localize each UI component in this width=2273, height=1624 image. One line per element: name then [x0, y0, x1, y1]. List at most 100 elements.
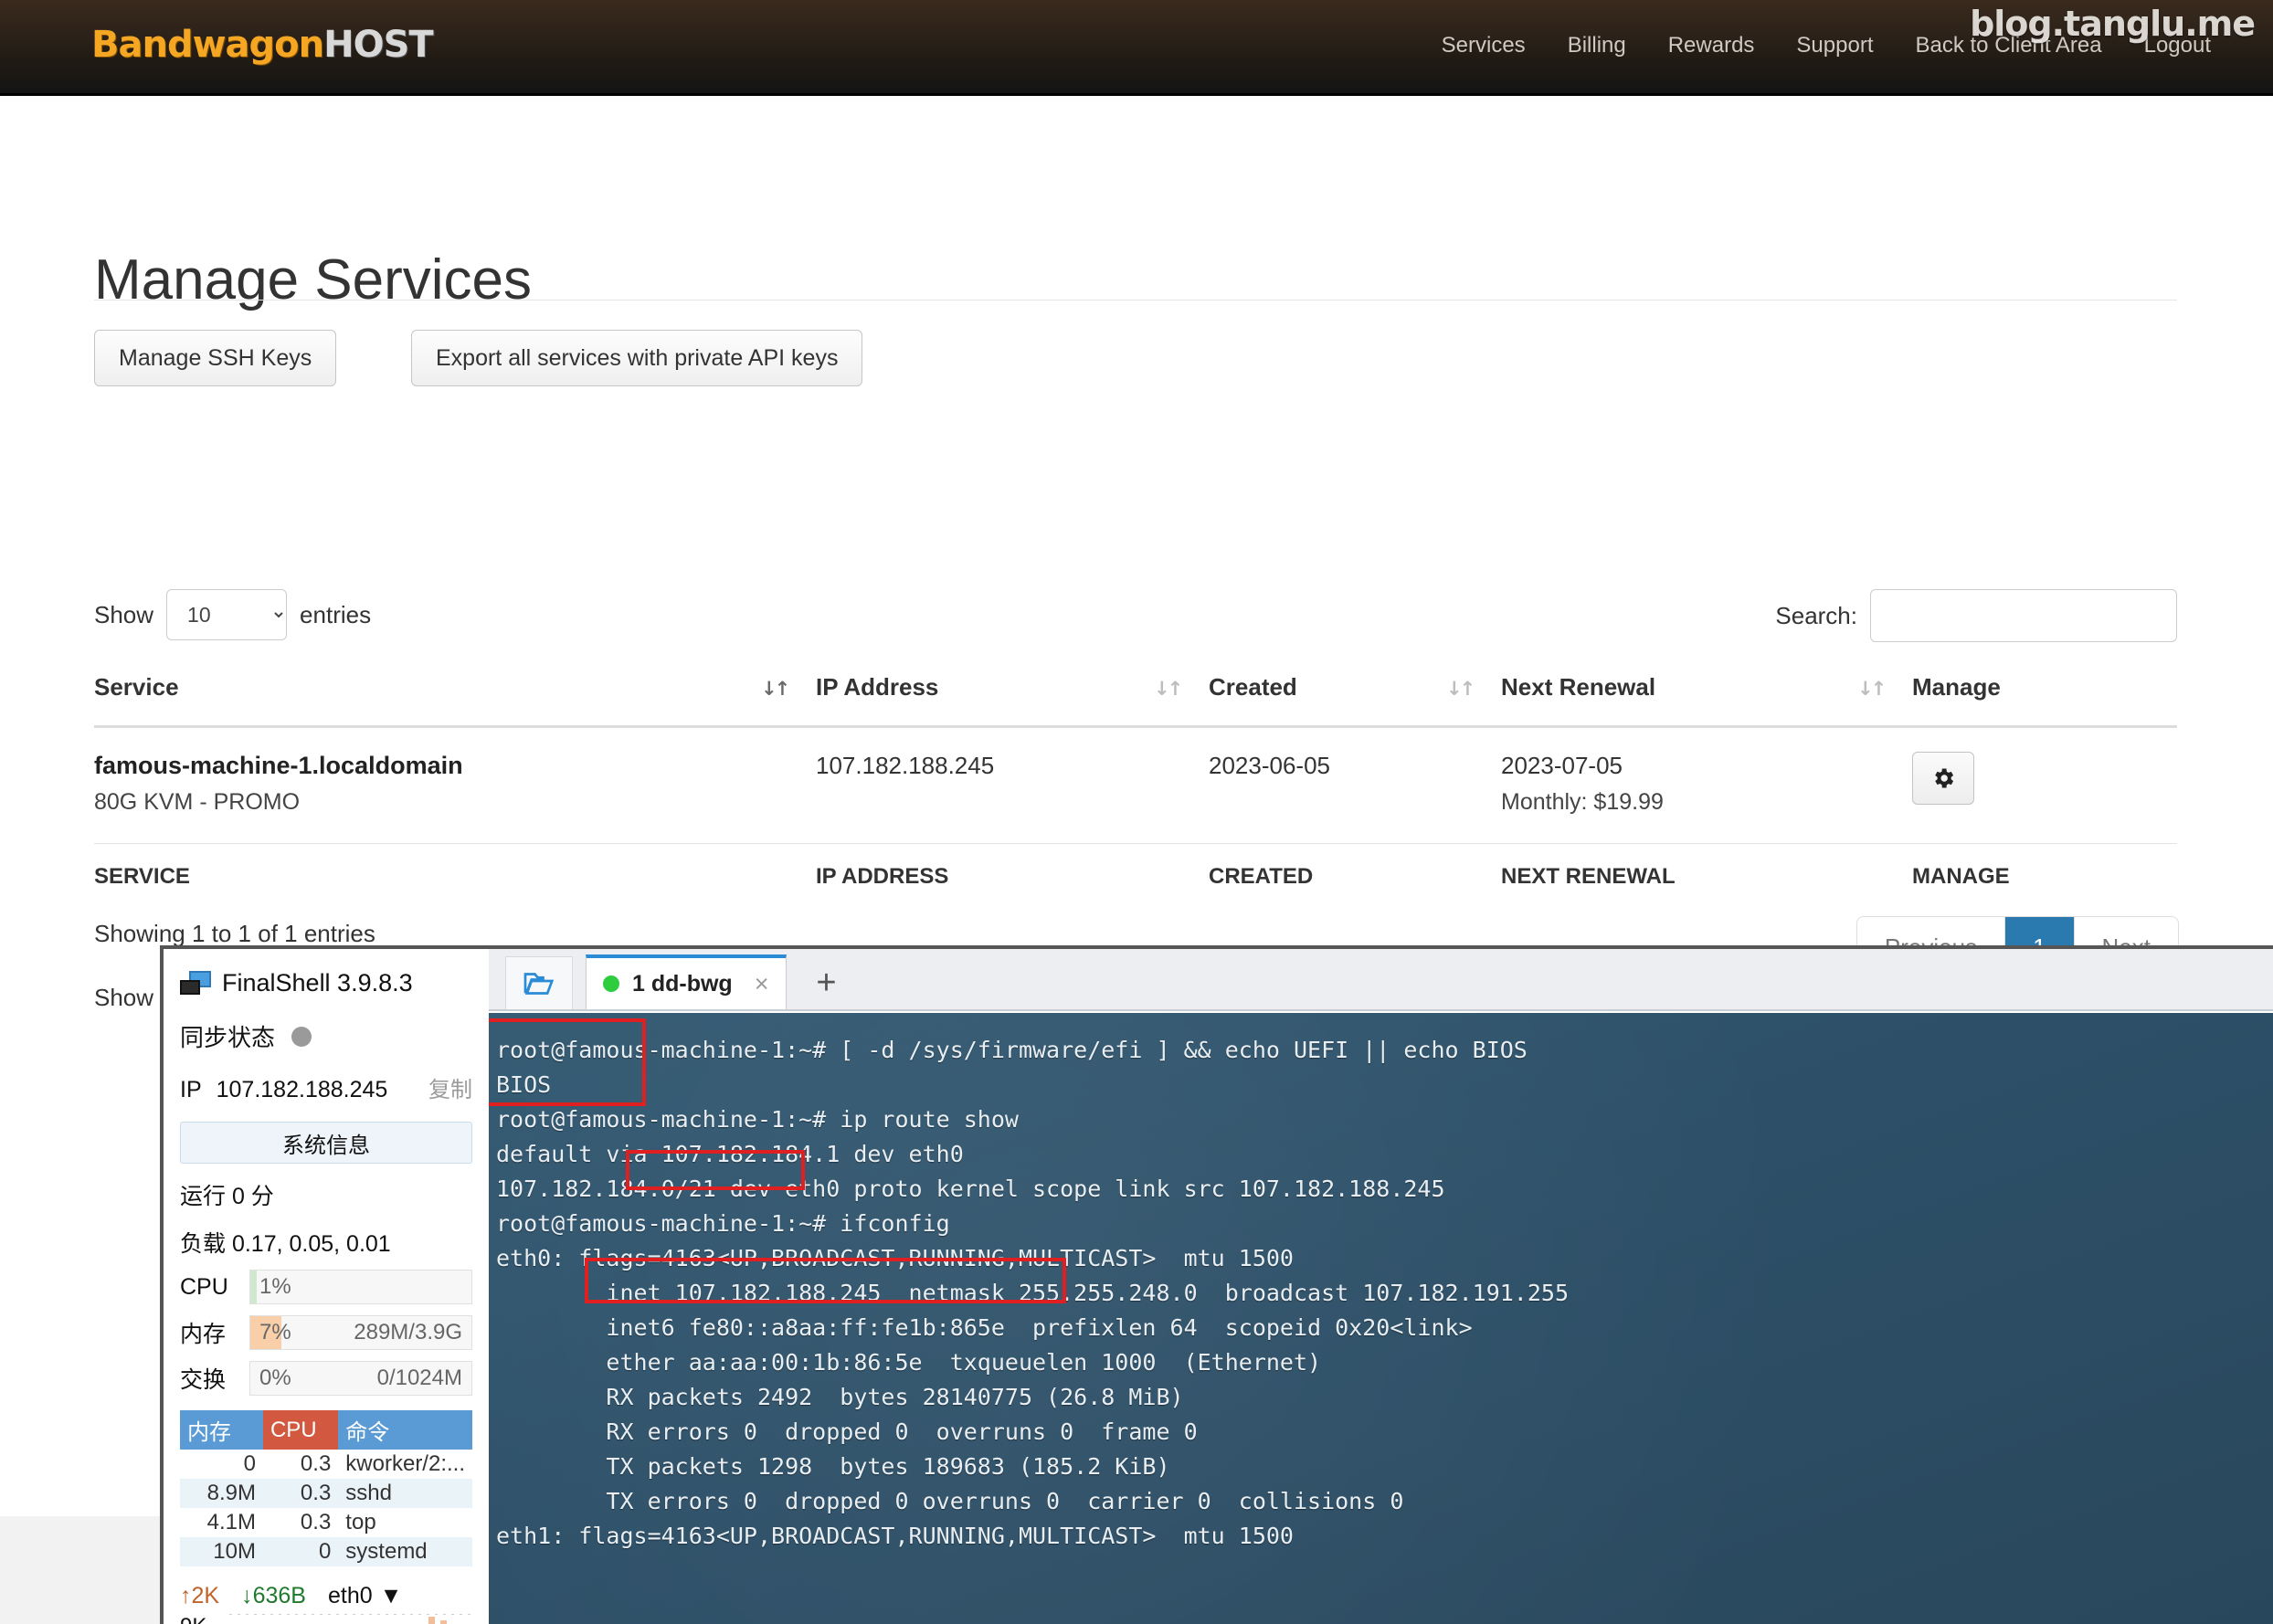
- process-table-body: 0 0.3 kworker/2:... 8.9M 0.3 sshd 4.1M 0…: [180, 1450, 472, 1566]
- process-column-command[interactable]: 命令: [338, 1410, 472, 1450]
- show-entries-label: Show: [94, 601, 153, 629]
- brand-logo-primary: Bandwagon: [91, 24, 323, 66]
- renewal-price: Monthly: $19.99: [1501, 789, 1912, 816]
- sync-status-row: 同步状态: [180, 1019, 472, 1053]
- chevron-down-icon: ▼: [380, 1583, 403, 1609]
- nav-item-logout[interactable]: Logout: [2144, 33, 2211, 58]
- swap-meter-percent: 0%: [250, 1366, 291, 1391]
- nav-item-services[interactable]: Services: [1442, 33, 1526, 58]
- network-upload: ↑2K: [180, 1583, 219, 1609]
- sort-icon-created[interactable]: ↓↑: [1446, 675, 1466, 702]
- terminal-line: ether aa:aa:00:1b:86:5e txqueuelen 1000 …: [496, 1345, 2273, 1380]
- network-download-value: 636B: [253, 1583, 306, 1608]
- renewal-date: 2023-07-05: [1501, 752, 1912, 780]
- server-ip-value: 107.182.188.245: [217, 1077, 388, 1103]
- export-api-keys-button[interactable]: Export all services with private API key…: [411, 330, 862, 386]
- column-header-renewal-label: Next Renewal: [1501, 673, 1655, 701]
- process-row: 0 0.3 kworker/2:...: [180, 1450, 472, 1479]
- footer-renewal: NEXT RENEWAL: [1501, 844, 1912, 900]
- finalshell-window: FinalShell 3.9.8.3 同步状态 IP 107.182.188.2…: [160, 945, 2273, 1624]
- services-table: Service ↓↑ IP Address ↓↑ Created ↓↑ Next…: [94, 662, 2177, 899]
- process-memory: 10M: [180, 1537, 263, 1566]
- network-stats-row: ↑2K ↓636B eth0 ▼: [180, 1583, 472, 1609]
- manage-ssh-keys-button[interactable]: Manage SSH Keys: [94, 330, 336, 386]
- system-info-button[interactable]: 系统信息: [180, 1122, 472, 1164]
- network-chart-ytop: 9K: [180, 1613, 229, 1624]
- terminal-line: BIOS: [496, 1068, 2273, 1102]
- column-header-ip[interactable]: IP Address ↓↑: [816, 662, 1209, 727]
- footer-ip: IP ADDRESS: [816, 844, 1209, 900]
- close-icon[interactable]: ×: [755, 970, 769, 998]
- terminal-line: TX errors 0 dropped 0 overruns 0 carrier…: [496, 1484, 2273, 1519]
- nav-item-back-to-client-area[interactable]: Back to Client Area: [1915, 33, 2101, 58]
- swap-meter-row: 交换 0% 0/1024M: [180, 1361, 472, 1396]
- sort-icon-renewal[interactable]: ↓↑: [1857, 675, 1877, 702]
- search-label: Search:: [1775, 602, 1857, 630]
- entries-per-page-select[interactable]: 102550100: [166, 589, 287, 640]
- nav-links: Services Billing Rewards Support Back to…: [1442, 33, 2211, 58]
- cpu-meter-label: CPU: [180, 1274, 240, 1301]
- gear-icon: [1930, 765, 1956, 791]
- table-footer-row: SERVICE IP ADDRESS CREATED NEXT RENEWAL …: [94, 844, 2177, 900]
- process-column-cpu[interactable]: CPU: [263, 1410, 338, 1450]
- services-table-body: famous-machine-1.localdomain 80G KVM - P…: [94, 727, 2177, 844]
- network-traffic-chart: 9K 6K: [180, 1613, 472, 1624]
- process-row: 4.1M 0.3 top: [180, 1508, 472, 1537]
- top-navigation-bar: BandwagonHOST Services Billing Rewards S…: [0, 0, 2273, 96]
- memory-meter: 7% 289M/3.9G: [249, 1315, 472, 1350]
- title-divider: [94, 300, 2177, 301]
- terminal-line: RX packets 2492 bytes 28140775 (26.8 MiB…: [496, 1380, 2273, 1415]
- finalshell-sidebar: FinalShell 3.9.8.3 同步状态 IP 107.182.188.2…: [164, 949, 489, 1624]
- memory-meter-label: 内存: [180, 1316, 240, 1349]
- column-header-service-label: Service: [94, 673, 179, 701]
- process-column-memory[interactable]: 内存: [180, 1410, 263, 1450]
- memory-meter-value: 289M/3.9G: [354, 1320, 471, 1345]
- arrow-up-icon: ↑: [180, 1583, 192, 1608]
- process-table: 内存 CPU 命令 0 0.3 kworker/2:... 8.9M 0.3 s…: [180, 1410, 472, 1566]
- terminal-tab-bar: 1 dd-bwg × +: [489, 949, 2273, 1011]
- copy-ip-button[interactable]: 复制: [428, 1071, 472, 1103]
- network-chart-plot: [229, 1613, 472, 1624]
- process-header-row: 内存 CPU 命令: [180, 1410, 472, 1450]
- swap-meter-label: 交换: [180, 1362, 240, 1395]
- footer-created: CREATED: [1209, 844, 1501, 900]
- column-header-renewal[interactable]: Next Renewal ↓↑: [1501, 662, 1912, 727]
- brand-logo-secondary: HOST: [323, 24, 433, 66]
- cell-created: 2023-06-05: [1209, 727, 1501, 844]
- nav-item-support[interactable]: Support: [1796, 33, 1873, 58]
- terminal-output[interactable]: root@famous-machine-1:~# [ -d /sys/firmw…: [489, 1013, 2273, 1624]
- table-header-row: Service ↓↑ IP Address ↓↑ Created ↓↑ Next…: [94, 662, 2177, 727]
- sort-icon-ip[interactable]: ↓↑: [1154, 675, 1174, 702]
- column-header-service[interactable]: Service ↓↑: [94, 662, 816, 727]
- network-interface-label: eth0: [328, 1583, 373, 1609]
- footer-service: SERVICE: [94, 844, 816, 900]
- brand-logo[interactable]: BandwagonHOST: [91, 24, 433, 66]
- show-entries-control: Show 102550100 entries: [94, 589, 371, 640]
- sort-icon-service[interactable]: ↓↑: [761, 675, 781, 702]
- server-ip-label: IP: [180, 1077, 202, 1103]
- terminal-line: default via 107.182.184.1 dev eth0: [496, 1137, 2273, 1172]
- open-folder-button[interactable]: [505, 956, 573, 1009]
- nav-item-billing[interactable]: Billing: [1568, 33, 1626, 58]
- cpu-meter-percent: 1%: [250, 1274, 291, 1300]
- process-memory: 4.1M: [180, 1508, 263, 1537]
- terminal-tab-dd-bwg[interactable]: 1 dd-bwg ×: [586, 954, 787, 1009]
- column-header-created[interactable]: Created ↓↑: [1209, 662, 1501, 727]
- process-command: top: [338, 1508, 472, 1537]
- network-chart-yaxis: 9K 6K: [180, 1613, 229, 1624]
- connection-status-icon: [603, 975, 619, 992]
- manage-gear-button[interactable]: [1912, 752, 1974, 805]
- process-memory: 8.9M: [180, 1479, 263, 1508]
- footer-manage: MANAGE: [1912, 844, 2177, 900]
- memory-meter-row: 内存 7% 289M/3.9G: [180, 1315, 472, 1350]
- process-cpu: 0.3: [263, 1508, 338, 1537]
- process-row: 8.9M 0.3 sshd: [180, 1479, 472, 1508]
- nav-item-rewards[interactable]: Rewards: [1668, 33, 1755, 58]
- column-header-created-label: Created: [1209, 673, 1297, 701]
- add-tab-button[interactable]: +: [801, 956, 852, 1009]
- service-hostname: famous-machine-1.localdomain: [94, 752, 816, 780]
- background-strip: [0, 1516, 164, 1624]
- process-cpu: 0.3: [263, 1450, 338, 1479]
- network-interface-selector[interactable]: eth0 ▼: [328, 1583, 402, 1609]
- search-input[interactable]: [1870, 589, 2177, 642]
